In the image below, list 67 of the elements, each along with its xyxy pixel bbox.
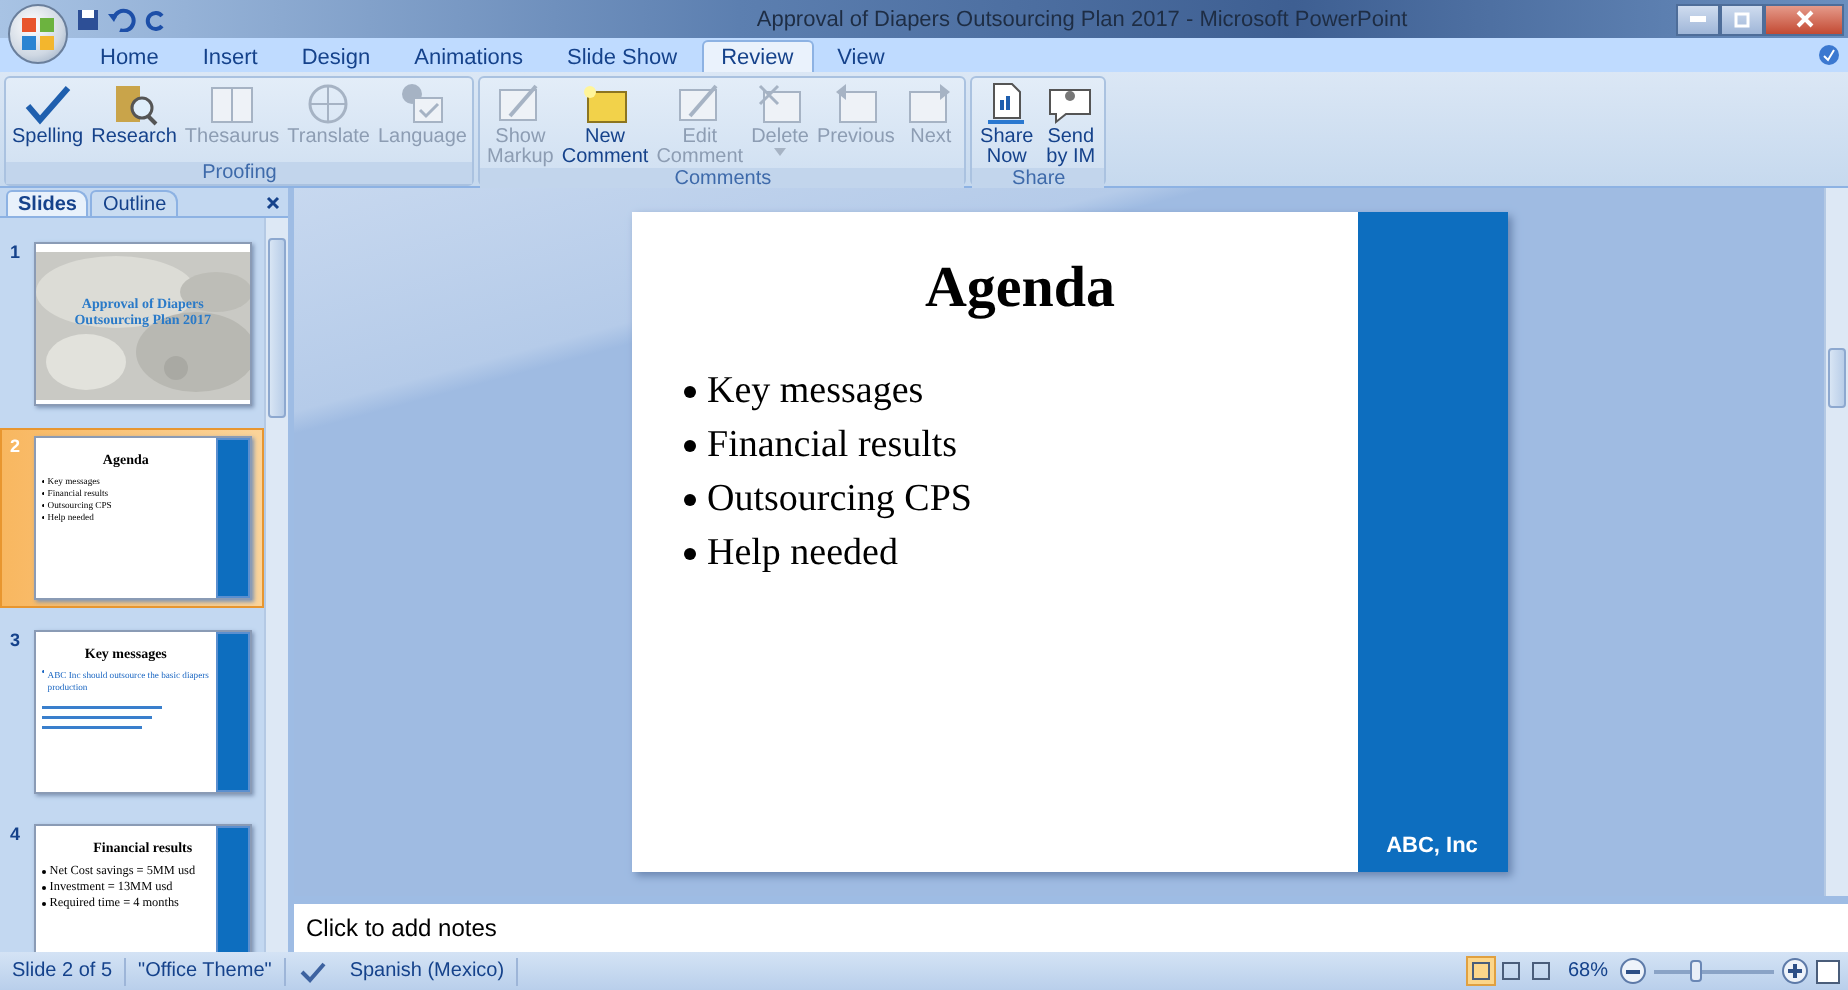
plus-icon [1788,964,1802,978]
zoom-level[interactable]: 68% [1567,960,1608,982]
close-icon [1795,10,1813,28]
minimize-button[interactable] [1676,3,1720,35]
office-logo-icon [20,16,56,52]
fit-window-icon[interactable] [1816,959,1840,983]
zoom-slider-thumb[interactable] [1690,959,1702,981]
restore-button[interactable] [1720,3,1764,35]
bullet-icon [683,386,695,398]
notes-pane[interactable]: Click to add notes [294,896,1848,952]
slide-number: 2 [10,436,23,460]
slide-number: 3 [10,630,23,654]
office-button[interactable] [8,4,68,64]
ribbon-button[interactable]: Research [87,80,181,162]
zoom-out-button[interactable] [1620,958,1646,984]
side-band [216,826,250,952]
minus-icon [1626,969,1640,973]
text-lines-drawing [41,705,162,730]
slide-footer: ABC, Inc [1386,834,1478,858]
caret-icon [774,148,787,156]
ribbon-tab[interactable]: Slide Show [547,40,698,72]
ribbon-tab[interactable]: Animations [394,40,544,72]
group-label: Proofing [6,162,473,184]
bullet-icon [41,870,46,875]
ribbon-tab[interactable]: Review [701,40,814,72]
ribbon-button[interactable]: Send by IM [1038,80,1103,168]
redo-icon[interactable] [144,7,168,31]
slide-bullet: Financial results [707,424,958,468]
ribbon-button[interactable]: New Comment [557,80,653,168]
slide-bullet: Outsourcing CPS [707,478,972,522]
ribbon-button[interactable]: Spelling [8,80,88,162]
slide-title: Agenda [922,256,1118,322]
restore-icon [1734,11,1750,27]
ribbon-tab[interactable]: Insert [182,40,278,72]
minimize-icon [1690,16,1706,22]
ribbon-tab[interactable]: Home [80,40,179,72]
ribbon-button[interactable]: Share Now [974,80,1039,168]
save-icon[interactable] [76,7,100,31]
language: Spanish (Mexico) [337,957,519,985]
close-icon[interactable] [266,196,280,210]
slide-bullet: Key messages [707,370,924,414]
bullet-icon [41,902,46,907]
slide-bullet: Help needed [707,532,898,576]
slide-number: 1 [10,242,23,266]
ribbon-tab[interactable]: View [817,40,905,72]
bullet-icon [41,886,46,891]
group-label: Share [972,168,1105,190]
close-button[interactable] [1764,3,1844,35]
bullet-icon [683,440,695,452]
pane-tab[interactable]: Slides [6,190,89,216]
notes-placeholder: Click to add notes [306,914,497,942]
scrollbar[interactable] [1824,188,1848,896]
pane-tab[interactable]: Outline [90,190,179,216]
slide-counter: Slide 2 of 5 [0,957,127,985]
scrollbar[interactable] [264,218,288,952]
window-title: Approval of Diapers Outsourcing Plan 2017 - Microsoft PowerPoint [754,7,1410,31]
spell-check-icon[interactable] [297,959,326,983]
group-label: Comments [480,168,965,190]
bullet-icon [683,494,695,506]
view-button[interactable] [1465,956,1496,986]
help-icon[interactable] [1818,44,1840,66]
ribbon-tab[interactable]: Design [281,40,391,72]
zoom-in-button[interactable] [1782,958,1808,984]
undo-icon[interactable] [108,7,136,31]
bullet-icon [683,548,695,560]
slide-number: 4 [10,824,23,848]
theme-name: "Office Theme" [126,957,286,985]
